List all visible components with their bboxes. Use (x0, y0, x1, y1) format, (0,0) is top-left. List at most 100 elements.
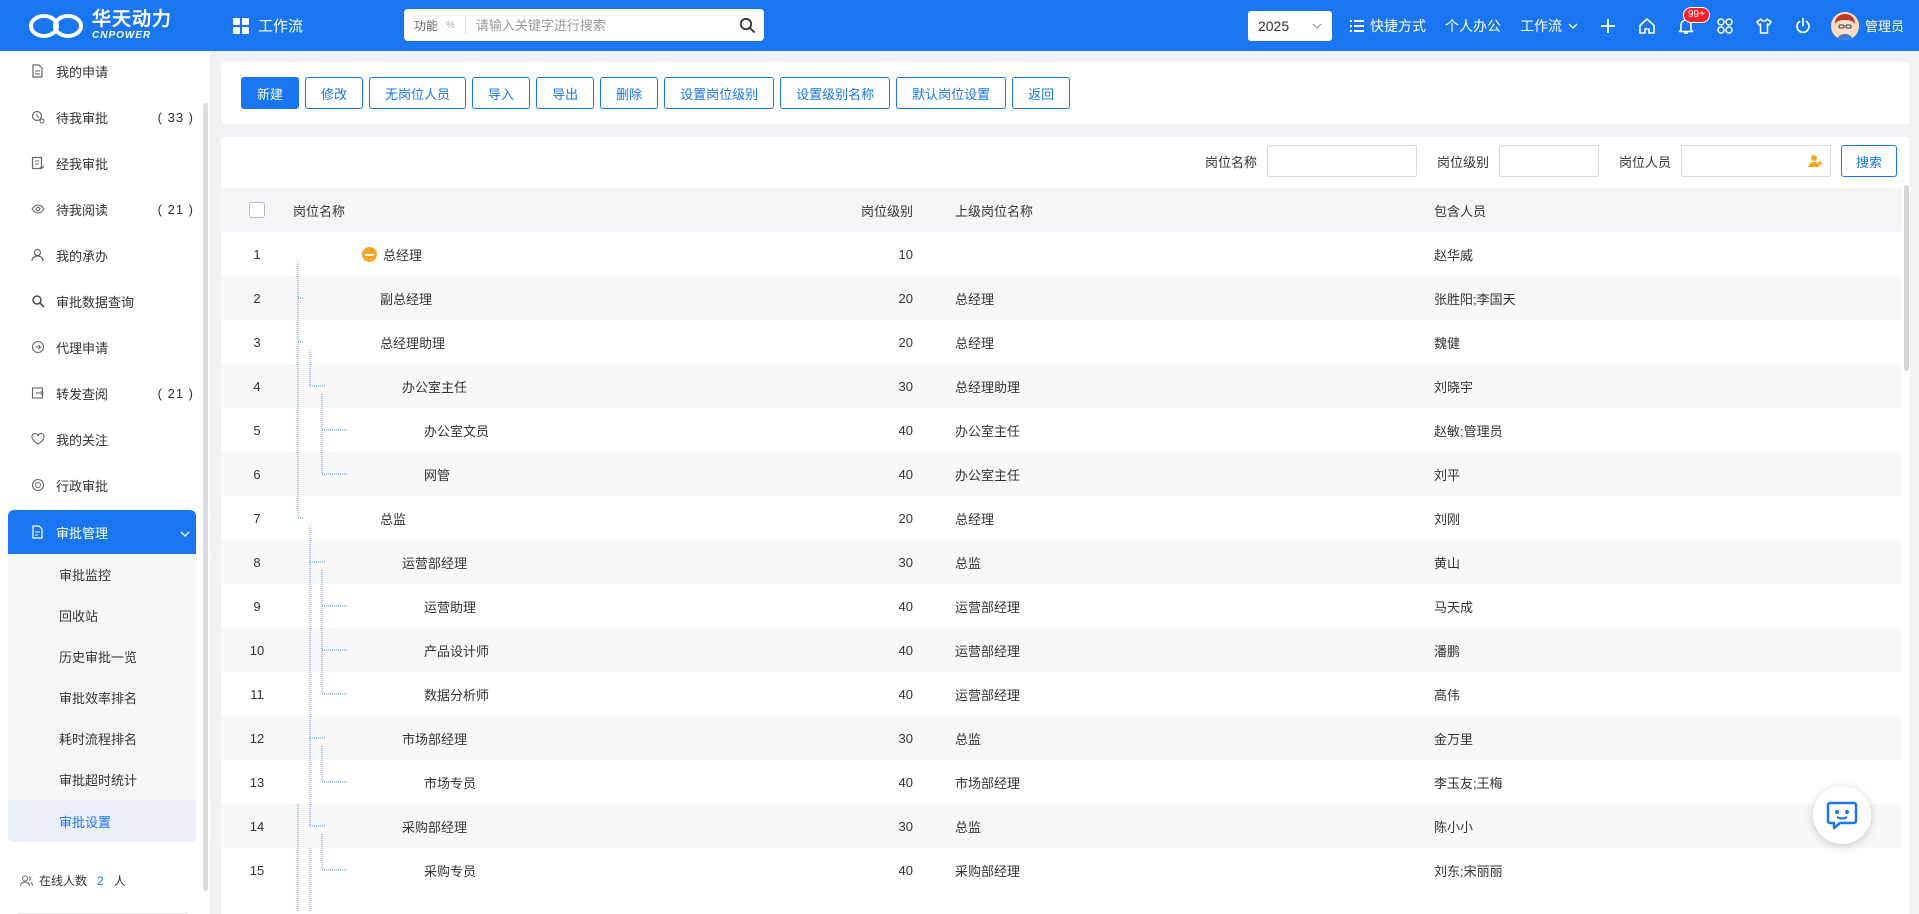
table-row[interactable]: 2 副总经理 20 总经理 张胜阳;李国天 (221, 276, 1902, 320)
position-name[interactable]: 采购专员 (424, 861, 476, 880)
personal-office-link[interactable]: 个人办公 (1445, 16, 1501, 36)
submenu-time-consuming-ranking[interactable]: 耗时流程排名 (8, 718, 196, 759)
position-name[interactable]: 总经理助理 (380, 333, 445, 352)
sidebar-item-approval-data-query[interactable]: 审批数据查询 (8, 281, 196, 321)
search-icon[interactable] (730, 9, 764, 41)
header-position-level[interactable]: 岗位级别 (793, 201, 913, 220)
proxy-icon (30, 340, 45, 355)
current-user-name[interactable]: 管理员 (1865, 16, 1904, 35)
position-level: 40 (898, 774, 913, 790)
table-row[interactable]: 5 办公室文员 40 办公室主任 赵敏;管理员 (221, 408, 1902, 452)
table-row[interactable]: 12 市场部经理 30 总监 金万里 (221, 716, 1902, 760)
sidebar-item-my-follows[interactable]: 我的关注 (8, 419, 196, 459)
sidebar-scrollbar[interactable] (203, 103, 208, 891)
search-input[interactable] (465, 17, 730, 33)
avatar[interactable] (1830, 11, 1859, 40)
delete-button[interactable]: 删除 (600, 77, 659, 109)
position-name[interactable]: 产品设计师 (424, 641, 489, 660)
collapse-icon[interactable] (362, 247, 377, 262)
position-name[interactable]: 网管 (424, 465, 450, 484)
search-scope-select[interactable]: 功能 % (404, 16, 466, 34)
table-row[interactable]: 6 网管 40 办公室主任 刘平 (221, 452, 1902, 496)
shortcut-link[interactable]: 快捷方式 (1349, 16, 1426, 36)
table-row[interactable]: 15 采购专员 40 采购部经理 刘东;宋丽丽 (221, 848, 1902, 892)
back-button[interactable]: 返回 (1012, 77, 1071, 109)
set-level-name-button[interactable]: 设置级别名称 (780, 77, 891, 109)
position-name[interactable]: 数据分析师 (424, 685, 489, 704)
table-row[interactable]: 10 产品设计师 40 运营部经理 潘鹏 (221, 628, 1902, 672)
position-level-input[interactable] (1498, 145, 1599, 177)
submenu-approval-settings[interactable]: 审批设置 (8, 800, 196, 842)
sidebar-item-pending-reading[interactable]: 待我阅读 ( 21 ) (8, 189, 196, 229)
app-switcher[interactable]: 工作流 (233, 15, 303, 36)
import-button[interactable]: 导入 (472, 77, 531, 109)
set-position-level-button[interactable]: 设置岗位级别 (664, 77, 775, 109)
brand-logo[interactable]: 华天动力 CNPOWER (0, 10, 220, 41)
parent-position: 总经理 (955, 291, 995, 307)
header-people[interactable]: 包含人员 (1434, 201, 1902, 220)
plus-icon[interactable] (1597, 15, 1619, 37)
year-select[interactable]: 2025 (1247, 10, 1332, 41)
sidebar-item-proxy-application[interactable]: 代理申请 (8, 327, 196, 367)
position-level: 30 (898, 818, 913, 834)
position-level-label: 岗位级别 (1436, 154, 1489, 170)
power-icon[interactable] (1792, 15, 1814, 37)
new-button[interactable]: 新建 (241, 77, 300, 109)
table-scrollbar[interactable] (1904, 185, 1909, 371)
submenu-efficiency-ranking[interactable]: 审批效率排名 (8, 677, 196, 718)
position-name-input[interactable] (1266, 145, 1417, 177)
position-name[interactable]: 运营部经理 (402, 553, 467, 572)
export-button[interactable]: 导出 (536, 77, 595, 109)
table-row[interactable]: 11 数据分析师 40 运营部经理 高伟 (221, 672, 1902, 716)
table-row[interactable]: 9 运营助理 40 运营部经理 马天成 (221, 584, 1902, 628)
sidebar-item-pending-approval[interactable]: 待我审批 ( 33 ) (8, 97, 196, 137)
parent-position: 办公室主任 (955, 467, 1021, 483)
position-name[interactable]: 总监 (380, 509, 406, 528)
header-parent-position[interactable]: 上级岗位名称 (913, 201, 1434, 220)
home-icon[interactable] (1636, 15, 1658, 37)
sidebar-item-my-undertakings[interactable]: 我的承办 (8, 235, 196, 275)
position-person-input[interactable] (1680, 145, 1831, 177)
row-index: 13 (249, 774, 265, 790)
workflow-menu[interactable]: 工作流 (1520, 16, 1578, 36)
select-all-checkbox[interactable] (249, 202, 265, 218)
table-row[interactable]: 7 总监 20 总经理 刘刚 (221, 496, 1902, 540)
user-picker-icon[interactable] (1808, 154, 1822, 168)
apps-icon[interactable] (1714, 15, 1736, 37)
position-name[interactable]: 办公室文员 (424, 421, 489, 440)
sidebar-item-forward-review[interactable]: 转发查阅 ( 21 ) (8, 373, 196, 413)
bell-icon[interactable]: 99+ (1675, 6, 1710, 37)
default-position-settings-button[interactable]: 默认岗位设置 (896, 77, 1007, 109)
edit-button[interactable]: 修改 (305, 77, 364, 109)
sidebar-item-approval-management[interactable]: 审批管理 (8, 510, 196, 554)
sidebar-item-approved-by-me[interactable]: 经我审批 (8, 143, 196, 183)
table-row[interactable]: 8 运营部经理 30 总监 黄山 (221, 540, 1902, 584)
position-name[interactable]: 市场专员 (424, 773, 476, 792)
table-row[interactable]: 13 市场专员 40 市场部经理 李玉友;王梅 (221, 760, 1902, 804)
chevron-down-icon (180, 531, 190, 537)
clock-user-icon (30, 110, 45, 125)
header-position-name[interactable]: 岗位名称 (293, 201, 345, 220)
position-level: 20 (898, 510, 913, 526)
position-name[interactable]: 市场部经理 (402, 729, 467, 748)
filter-search-button[interactable]: 搜索 (1840, 145, 1897, 177)
table-row[interactable]: 1 总经理 10 赵华威 (221, 232, 1902, 276)
sidebar: 我的申请 待我审批 ( 33 ) 经我审批 待我阅读 ( 21 ) 我的承办 审… (0, 51, 210, 914)
sidebar-item-my-applications[interactable]: 我的申请 (8, 51, 196, 91)
position-name[interactable]: 总经理 (383, 245, 422, 264)
sidebar-item-administrative-approval[interactable]: 行政审批 (8, 465, 196, 505)
submenu-history-overview[interactable]: 历史审批一览 (8, 636, 196, 677)
submenu-recycle-bin[interactable]: 回收站 (8, 595, 196, 636)
customer-service-chat-button[interactable] (1813, 786, 1871, 844)
skin-shirt-icon[interactable] (1753, 15, 1775, 37)
submenu-approval-monitor[interactable]: 审批监控 (8, 554, 196, 595)
table-row[interactable]: 14 采购部经理 30 总监 陈小小 (221, 804, 1902, 848)
table-row[interactable]: 3 总经理助理 20 总经理 魏健 (221, 320, 1902, 364)
position-name[interactable]: 运营助理 (424, 597, 476, 616)
submenu-timeout-statistics[interactable]: 审批超时统计 (8, 759, 196, 800)
table-row[interactable]: 4 办公室主任 30 总经理助理 刘晓宇 (221, 364, 1902, 408)
position-name[interactable]: 副总经理 (380, 289, 432, 308)
unassigned-staff-button[interactable]: 无岗位人员 (369, 77, 467, 109)
position-name[interactable]: 采购部经理 (402, 817, 467, 836)
position-name[interactable]: 办公室主任 (402, 377, 467, 396)
